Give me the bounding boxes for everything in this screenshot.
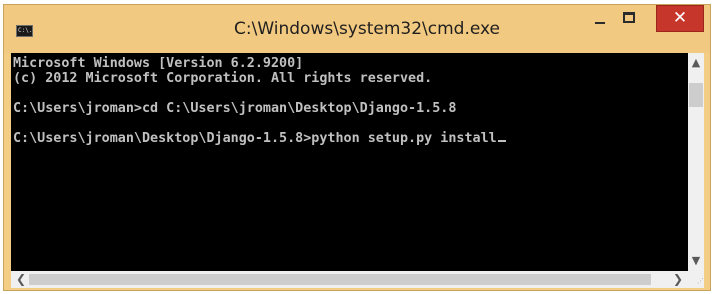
maximize-icon [623,12,635,23]
vertical-scrollbar[interactable]: ▲ ▼ [688,53,704,271]
scroll-right-icon[interactable]: ❯ [670,271,686,288]
close-icon: ✕ [672,8,688,28]
console-line: C:\Users\jroman>cd C:\Users\jroman\Deskt… [13,101,457,116]
console-output[interactable]: Microsoft Windows [Version 6.2.9200] (c)… [11,53,688,271]
console-line: (c) 2012 Microsoft Corporation. All righ… [13,71,433,86]
maximize-button[interactable] [615,6,642,32]
text-cursor [497,140,506,142]
scroll-up-icon[interactable]: ▲ [688,55,704,71]
scroll-down-icon[interactable]: ▼ [688,253,704,269]
console-line: Microsoft Windows [Version 6.2.9200] [13,56,304,71]
cmd-window: C:\. C:\Windows\system32\cmd.exe ✕ Micro… [3,4,711,291]
window-title: C:\Windows\system32\cmd.exe [234,19,501,39]
close-button[interactable]: ✕ [656,5,704,32]
screen: C:\. C:\Windows\system32\cmd.exe ✕ Micro… [0,0,714,294]
horizontal-scrollbar[interactable]: ❮ ❯ [11,271,688,288]
console-prompt-command: C:\Users\jroman\Desktop\Django-1.5.8>pyt… [13,131,497,146]
vertical-scroll-thumb[interactable] [689,83,703,107]
title-bar[interactable]: C:\. C:\Windows\system32\cmd.exe ✕ [4,5,710,53]
cmd-app-icon[interactable]: C:\. [16,25,33,37]
console-text: Microsoft Windows [Version 6.2.9200] (c)… [13,56,506,146]
horizontal-scroll-thumb[interactable] [29,274,651,285]
resize-grip-icon[interactable]: ⋰ [688,271,704,288]
minimize-icon [595,22,605,24]
minimize-button[interactable] [586,6,613,32]
console-input-line[interactable]: C:\Users\jroman\Desktop\Django-1.5.8>pyt… [13,131,506,146]
scroll-left-icon[interactable]: ❮ [13,271,29,288]
